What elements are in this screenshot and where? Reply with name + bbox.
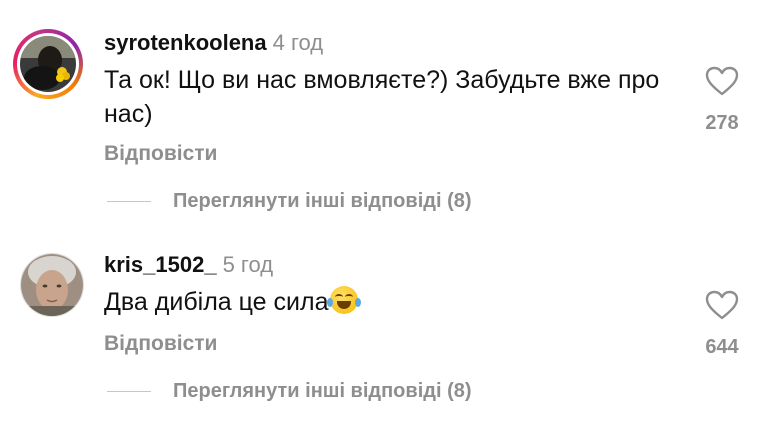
like-count: 644 — [705, 336, 739, 358]
comment-header: syrotenkoolena 4 год — [104, 30, 323, 56]
timestamp: 4 год — [272, 30, 324, 55]
comment-text: Та ок! Що ви нас вмовляєте?) Забудьте вж… — [104, 66, 660, 128]
thread-divider — [107, 391, 151, 392]
avatar-photo — [21, 254, 83, 316]
view-more-replies-label: Переглянути інші відповіді (8) — [173, 190, 472, 212]
reply-button[interactable]: Відповісти — [104, 332, 217, 356]
comment-item: syrotenkoolena 4 год Та ок! Що ви нас вмо… — [0, 0, 780, 220]
view-more-replies-label: Переглянути інші відповіді (8) — [173, 380, 472, 402]
comment-text: Два дибіла це сила — [104, 285, 664, 319]
avatar[interactable] — [13, 29, 83, 99]
username-link[interactable]: syrotenkoolena — [104, 30, 267, 55]
avatar[interactable] — [20, 253, 84, 317]
heart-icon[interactable] — [705, 66, 739, 96]
username-link[interactable]: kris_1502_ — [104, 252, 217, 277]
reply-button[interactable]: Відповісти — [104, 142, 217, 166]
avatar-photo — [20, 36, 76, 92]
timestamp: 5 год — [222, 252, 274, 277]
view-more-replies-button[interactable]: Переглянути інші відповіді (8) — [107, 190, 472, 213]
like-count: 278 — [705, 112, 739, 134]
story-ring — [13, 29, 83, 99]
heart-icon[interactable] — [705, 290, 739, 320]
comment-text-body: Два дибіла це сила — [104, 288, 329, 316]
laughing-tears-emoji-icon — [326, 286, 361, 314]
thread-divider — [107, 201, 151, 202]
view-more-replies-button[interactable]: Переглянути інші відповіді (8) — [107, 380, 472, 403]
comment-item: kris_1502_ 5 год Два дибіла це сила Відпо… — [0, 220, 780, 431]
like-control: 644 — [692, 290, 752, 359]
comment-header: kris_1502_ 5 год — [104, 252, 273, 278]
like-control: 278 — [692, 66, 752, 135]
